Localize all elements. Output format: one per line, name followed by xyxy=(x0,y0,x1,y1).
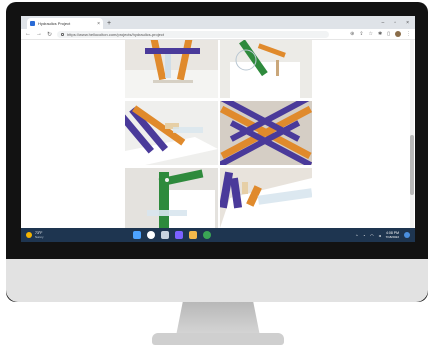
project-photo-2[interactable] xyxy=(220,40,312,98)
lock-icon xyxy=(61,32,65,36)
monitor-stand-neck xyxy=(176,302,260,336)
chevron-up-icon[interactable]: ^ xyxy=(356,233,358,238)
project-photo-6[interactable] xyxy=(220,168,312,228)
page-scrollbar[interactable] xyxy=(410,40,414,228)
address-bar[interactable]: https://www.hellocolton.com/projects/hyd… xyxy=(57,30,330,38)
share-icon[interactable]: ⇪ xyxy=(359,31,363,37)
browser-toolbar: ← → ↻ https://www.hellocolton.com/projec… xyxy=(21,29,415,40)
weather-widget[interactable]: 73°F Sunny xyxy=(26,231,44,239)
url-text: https://www.hellocolton.com/projects/hyd… xyxy=(67,31,164,37)
sun-icon xyxy=(26,232,32,238)
monitor-stand-base xyxy=(152,333,284,345)
teams-chat-icon[interactable] xyxy=(175,231,183,239)
zoom-icon[interactable]: ⊕ xyxy=(350,31,354,37)
tab-title: Hydraulics Project xyxy=(38,21,71,26)
browser-tab[interactable]: Hydraulics Project × xyxy=(27,18,103,29)
forward-arrow-icon[interactable]: → xyxy=(36,31,42,37)
search-icon[interactable] xyxy=(147,231,155,239)
chrome-icon[interactable] xyxy=(203,231,211,239)
minimize-button[interactable]: – xyxy=(382,20,385,26)
monitor-chin xyxy=(6,259,428,302)
clock[interactable]: 4:08 PM 7/18/2022 xyxy=(386,231,399,239)
task-view-icon[interactable] xyxy=(161,231,169,239)
maximize-button[interactable]: ▫ xyxy=(394,20,396,26)
clock-date: 7/18/2022 xyxy=(385,235,399,239)
start-icon[interactable] xyxy=(133,231,141,239)
project-photo-4[interactable] xyxy=(220,101,312,165)
scrollbar-thumb[interactable] xyxy=(410,135,414,195)
favicon-icon xyxy=(30,21,35,26)
project-photo-3[interactable] xyxy=(125,101,218,165)
menu-icon[interactable]: ⋮ xyxy=(406,31,411,37)
system-tray: ^ ◔ ◠ ◂ 4:08 PM 7/18/2022 xyxy=(356,231,410,239)
sidebar-icon[interactable]: ▯ xyxy=(387,31,390,37)
browser-tab-bar: Hydraulics Project × + – ▫ × xyxy=(21,16,415,29)
volume-icon[interactable]: ◂ xyxy=(379,233,381,238)
weather-condition: Sunny xyxy=(35,235,44,239)
extensions-icon[interactable]: ✱ xyxy=(378,31,382,37)
new-tab-button[interactable]: + xyxy=(107,18,111,29)
project-photo-1[interactable] xyxy=(125,40,218,98)
back-arrow-icon[interactable]: ← xyxy=(25,31,31,37)
page-content xyxy=(21,40,415,228)
project-photo-5[interactable] xyxy=(125,168,218,228)
close-window-button[interactable]: × xyxy=(406,20,409,26)
reload-icon[interactable]: ↻ xyxy=(47,31,52,38)
toolbar-actions: ⊕ ⇪ ☆ ✱ ▯ ⋮ xyxy=(350,31,411,37)
taskbar-apps xyxy=(133,231,211,239)
tab-close-icon[interactable]: × xyxy=(97,21,100,27)
windows-taskbar: 73°F Sunny ^ ◔ ◠ ◂ 4:08 PM 7/18/2022 xyxy=(21,228,415,242)
bookmark-star-icon[interactable]: ☆ xyxy=(369,31,373,37)
network-icon[interactable]: ◔ xyxy=(363,233,365,238)
profile-avatar[interactable] xyxy=(395,31,401,37)
file-explorer-icon[interactable] xyxy=(189,231,197,239)
window-controls: – ▫ × xyxy=(382,16,415,29)
notification-icon[interactable] xyxy=(404,232,410,238)
screen: Hydraulics Project × + – ▫ × ← → ↻ https… xyxy=(21,16,415,242)
wifi-icon[interactable]: ◠ xyxy=(370,233,374,238)
